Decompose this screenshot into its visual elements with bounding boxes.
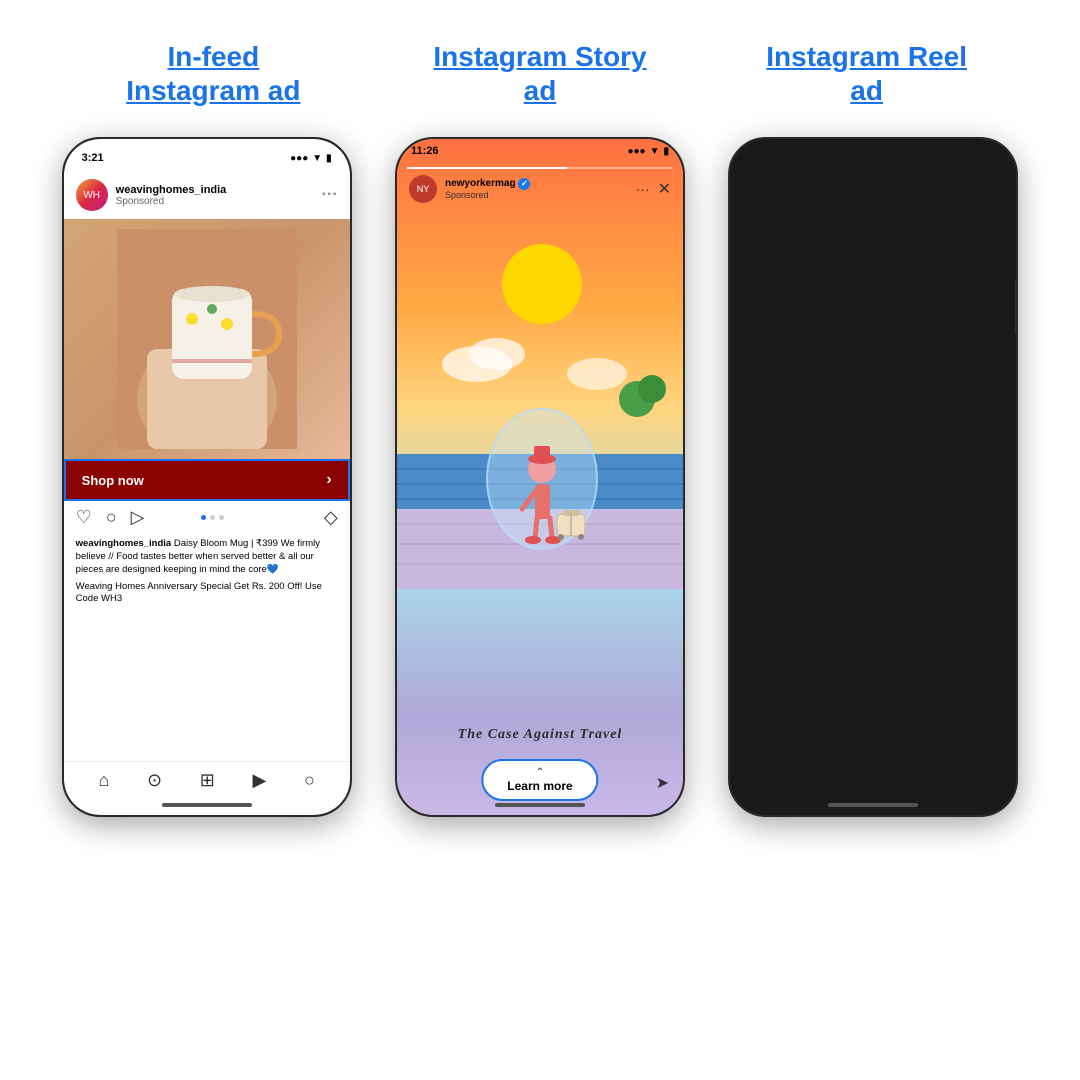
phone1-time: 3:21 xyxy=(82,152,104,164)
page-container: In-feedInstagram ad Instagram Storyad In… xyxy=(0,0,1080,1080)
story-illustration xyxy=(397,224,683,755)
story-share-icon[interactable]: ➤ xyxy=(656,773,669,793)
more-button[interactable]: ··· xyxy=(322,186,338,204)
user-avatar: WH xyxy=(76,179,108,211)
story-svg xyxy=(397,224,683,704)
phone1-wifi-icon: ▼ xyxy=(312,153,322,164)
story-user-info: newyorkermag ✓ Sponsored xyxy=(445,178,628,200)
bottom-nav: ⌂ ⊙ ⊞ ▶ ○ xyxy=(64,761,350,799)
phone1-status-icons: ●●● ▼ ▮ xyxy=(290,153,332,164)
story-avatar: NY xyxy=(409,175,437,203)
phone-story: 11:26 ●●● ▼ ▮ NY newyorkerm xyxy=(395,137,685,817)
username: weavinghomes_india xyxy=(116,184,314,196)
dot-1 xyxy=(201,515,206,520)
learn-more-button[interactable]: ⌃ Learn more xyxy=(481,759,598,801)
phone2-home-indicator xyxy=(495,803,585,807)
shop-now-arrow: › xyxy=(326,471,331,489)
nav-profile-icon[interactable]: ○ xyxy=(304,770,315,791)
phone1-status-bar: 3:21 ●●● ▼ ▮ xyxy=(64,139,350,171)
like-icon[interactable]: ♡ xyxy=(76,507,92,528)
post-image-svg xyxy=(117,229,297,449)
bookmark-icon[interactable]: ◇ xyxy=(324,507,338,528)
story-title: The Case Against Travel xyxy=(397,727,683,743)
comment-icon[interactable]: ○ xyxy=(106,507,117,528)
story-close-button[interactable]: ✕ xyxy=(658,179,671,199)
sponsored-label: Sponsored xyxy=(116,196,314,207)
dot-2 xyxy=(210,515,215,520)
label-infeed: In-feedInstagram ad xyxy=(73,40,353,107)
actions-bar: ♡ ○ ▷ ◇ xyxy=(64,501,350,534)
label-reel: Instagram Reelad xyxy=(727,40,1007,107)
story-header: NY newyorkermag ✓ Sponsored ··· ✕ xyxy=(397,139,683,211)
learn-more-chevron: ⌃ xyxy=(536,767,544,778)
share-arrow-icon: ➤ xyxy=(656,775,669,792)
user-info: weavinghomes_india Sponsored xyxy=(116,184,314,207)
phone1-signal-icon: ●●● xyxy=(290,153,308,164)
caption-username: weavinghomes_india xyxy=(76,538,172,549)
nav-reels-icon[interactable]: ▶ xyxy=(252,770,266,791)
shop-now-button[interactable]: Shop now › xyxy=(64,459,350,501)
label-story: Instagram Storyad xyxy=(400,40,680,107)
learn-more-label: Learn more xyxy=(507,779,572,793)
dot-3 xyxy=(219,515,224,520)
phone3-home-indicator xyxy=(828,803,918,807)
phone1-screen: 3:21 ●●● ▼ ▮ WH weavinghomes_india Spons… xyxy=(64,139,350,815)
nav-home-icon[interactable]: ⌂ xyxy=(98,770,109,791)
nav-add-icon[interactable]: ⊞ xyxy=(200,770,215,791)
caption-line2: Weaving Homes Anniversary Special Get Rs… xyxy=(76,581,338,607)
story-more-button[interactable]: ··· xyxy=(636,181,650,197)
labels-row: In-feedInstagram ad Instagram Storyad In… xyxy=(30,40,1050,107)
caption-line1: weavinghomes_india Daisy Bloom Mug | ₹39… xyxy=(76,538,338,576)
story-username-text: newyorkermag xyxy=(445,178,516,189)
share-icon[interactable]: ▷ xyxy=(131,507,145,528)
phone-reel: SNITCH 1:13 ●●● ▼ ▮ ⊡ « Swipe to view we… xyxy=(728,137,1018,817)
verified-badge: ✓ xyxy=(518,178,530,190)
pagination-dots xyxy=(201,515,224,520)
post-image xyxy=(64,219,350,459)
post-caption: weavinghomes_india Daisy Bloom Mug | ₹39… xyxy=(64,534,350,614)
phone-infeed: 3:21 ●●● ▼ ▮ WH weavinghomes_india Spons… xyxy=(62,137,352,817)
phone1-home-indicator xyxy=(162,803,252,807)
phones-row: 3:21 ●●● ▼ ▮ WH weavinghomes_india Spons… xyxy=(30,137,1050,817)
post-header: WH weavinghomes_india Sponsored ··· xyxy=(64,171,350,219)
shop-now-label: Shop now xyxy=(82,473,144,488)
story-sponsored: Sponsored xyxy=(445,190,628,200)
nav-search-icon[interactable]: ⊙ xyxy=(147,770,162,791)
phone1-battery-icon: ▮ xyxy=(326,153,332,164)
phone2-screen: 11:26 ●●● ▼ ▮ NY newyorkerm xyxy=(397,139,683,815)
story-username: newyorkermag ✓ xyxy=(445,178,628,190)
